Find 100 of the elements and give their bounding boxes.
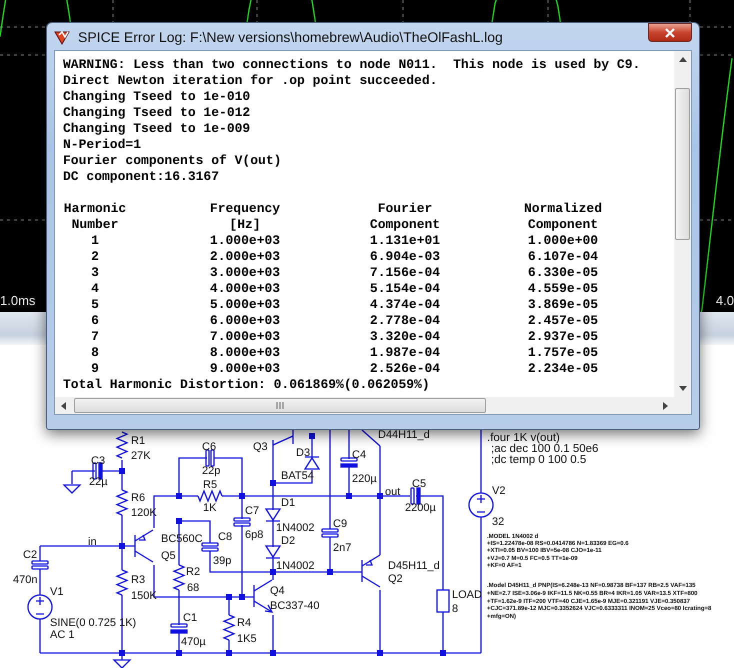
- distortion-summary: Total Harmonic Distortion: 0.061869%(0.062059%): [63, 377, 431, 393]
- column-header: Component: [526, 217, 600, 233]
- table-cell-text: 4: [90, 281, 100, 297]
- component-label: R3: [131, 574, 146, 586]
- table-cell-text: 1: [90, 233, 100, 249]
- table-cell-text: 6.330e-05: [526, 265, 600, 281]
- table-cell-text: 2.526e-04: [368, 361, 442, 377]
- component-label: 22µ: [89, 476, 108, 488]
- component-label: 1N4002: [276, 522, 315, 534]
- component-label: C2: [23, 549, 38, 561]
- table-cell-text: 1.987e-04: [368, 345, 442, 361]
- component-label: R6: [131, 492, 146, 504]
- table-cell-text: 6.107e-04: [526, 249, 600, 265]
- component-label: 470µ: [181, 636, 206, 648]
- component-label: V2: [492, 485, 506, 497]
- component-label: 1N4002: [276, 560, 315, 572]
- component-label: C7: [245, 505, 260, 517]
- component-label: C6: [202, 441, 216, 453]
- component-label: C4: [352, 449, 366, 461]
- table-cell-text: 9.000e+03: [208, 361, 282, 377]
- component-label: C8: [218, 531, 232, 543]
- log-line: WARNING: Less than two connections to node N011. This node is used by C9.: [63, 57, 642, 73]
- resistor-symbol: [222, 614, 236, 641]
- component-label: C9: [333, 518, 348, 530]
- column-header: Frequency: [208, 201, 282, 217]
- table-cell-text: 5: [90, 297, 100, 313]
- component-label: 8: [452, 603, 458, 615]
- component-label: R2: [186, 566, 200, 578]
- component-label: 1K5: [237, 633, 257, 645]
- close-button[interactable]: [648, 23, 692, 42]
- component-label: 2n7: [333, 542, 352, 554]
- table-cell-text: 6.000e+03: [208, 313, 282, 329]
- resistor-symbol: [115, 489, 129, 516]
- log-line: Changing Tseed to 1e-010: [63, 89, 252, 105]
- component-label: Q4: [270, 585, 285, 597]
- table-cell-text: 4.559e-05: [526, 281, 600, 297]
- component-label: 220µ: [352, 473, 377, 485]
- table-cell-text: 2.000e+03: [208, 249, 282, 265]
- window-title: SPICE Error Log: F:\New versions\homebrew\Audio\TheOlFashL.log: [78, 28, 504, 44]
- resistor-symbol: [436, 589, 450, 613]
- component-label: AC 1: [50, 629, 74, 641]
- spice-directive: ;dc temp 0 100 0.5: [491, 454, 586, 466]
- component-label: 150K: [131, 590, 157, 602]
- axis-tick-label: 1.0ms: [0, 293, 36, 308]
- table-cell-text: 5.154e-04: [368, 281, 442, 297]
- log-line: N-Period=1: [63, 137, 142, 153]
- scroll-right-icon: [663, 402, 668, 410]
- table-cell-text: 9: [90, 361, 100, 377]
- component-label: in: [88, 536, 97, 548]
- table-cell-text: 2.234e-05: [526, 361, 600, 377]
- table-cell-text: 5.000e+03: [208, 297, 282, 313]
- component-label: Q5: [161, 550, 176, 562]
- scrollbar-thumb[interactable]: [675, 88, 690, 240]
- component-label: C1: [183, 612, 198, 624]
- component-label: 470n: [13, 574, 38, 586]
- component-label: 22p: [202, 465, 220, 477]
- close-icon: [664, 28, 676, 38]
- table-cell-text: 1.000e+00: [526, 233, 600, 249]
- table-cell-text: 7.000e+03: [208, 329, 282, 345]
- transistor-symbol: [361, 554, 381, 588]
- log-line: Changing Tseed to 1e-009: [63, 121, 252, 137]
- component-label: Q2: [388, 573, 403, 585]
- component-label: 2200µ: [405, 502, 436, 514]
- table-cell-text: 3.869e-05: [526, 297, 600, 313]
- table-cell-text: 6: [90, 313, 100, 329]
- horizontal-scrollbar[interactable]: [55, 397, 674, 414]
- component-label: Q3: [253, 441, 268, 453]
- spice-directive: ;ac dec 100 0.1 50e6: [491, 443, 598, 455]
- component-label: 27K: [131, 450, 151, 462]
- resistor-symbol: [115, 431, 129, 459]
- component-label: C5: [412, 478, 426, 490]
- scrollbar-thumb[interactable]: [74, 398, 486, 413]
- component-label: 32: [492, 516, 504, 528]
- column-header: Fourier: [376, 201, 434, 217]
- vertical-scrollbar[interactable]: [674, 51, 691, 397]
- table-cell-text: 2: [90, 249, 100, 265]
- capacitor-symbol: [340, 457, 358, 468]
- table-cell-text: 4.374e-04: [368, 297, 442, 313]
- grip-icon: [276, 402, 284, 409]
- resistor-symbol: [197, 489, 223, 503]
- table-cell-text: 8: [90, 345, 100, 361]
- component-label: BC337-40: [270, 600, 320, 612]
- component-label: R1: [131, 435, 146, 447]
- scroll-left-icon: [61, 402, 66, 410]
- component-label: C3: [91, 455, 106, 467]
- log-line: Fourier components of V(out): [63, 153, 282, 169]
- log-line: Changing Tseed to 1e-012: [63, 105, 252, 121]
- capacitor-symbol: [410, 487, 421, 505]
- resistor-symbol: [115, 569, 129, 596]
- component-label: D1: [281, 497, 296, 509]
- log-line: Direct Newton iteration for .op point succeeded.: [63, 73, 438, 89]
- axis-tick-label: 4.0: [716, 293, 734, 308]
- capacitor-symbol: [233, 517, 251, 527]
- table-cell-text: 1.131e+01: [368, 233, 442, 249]
- component-label: D45H11_d: [388, 560, 440, 572]
- capacitor-symbol: [201, 542, 219, 552]
- table-cell-text: 3.320e-04: [368, 329, 442, 345]
- table-cell-text: 1.000e+03: [208, 233, 282, 249]
- component-label: D2: [281, 535, 296, 547]
- scroll-up-icon: [678, 57, 686, 62]
